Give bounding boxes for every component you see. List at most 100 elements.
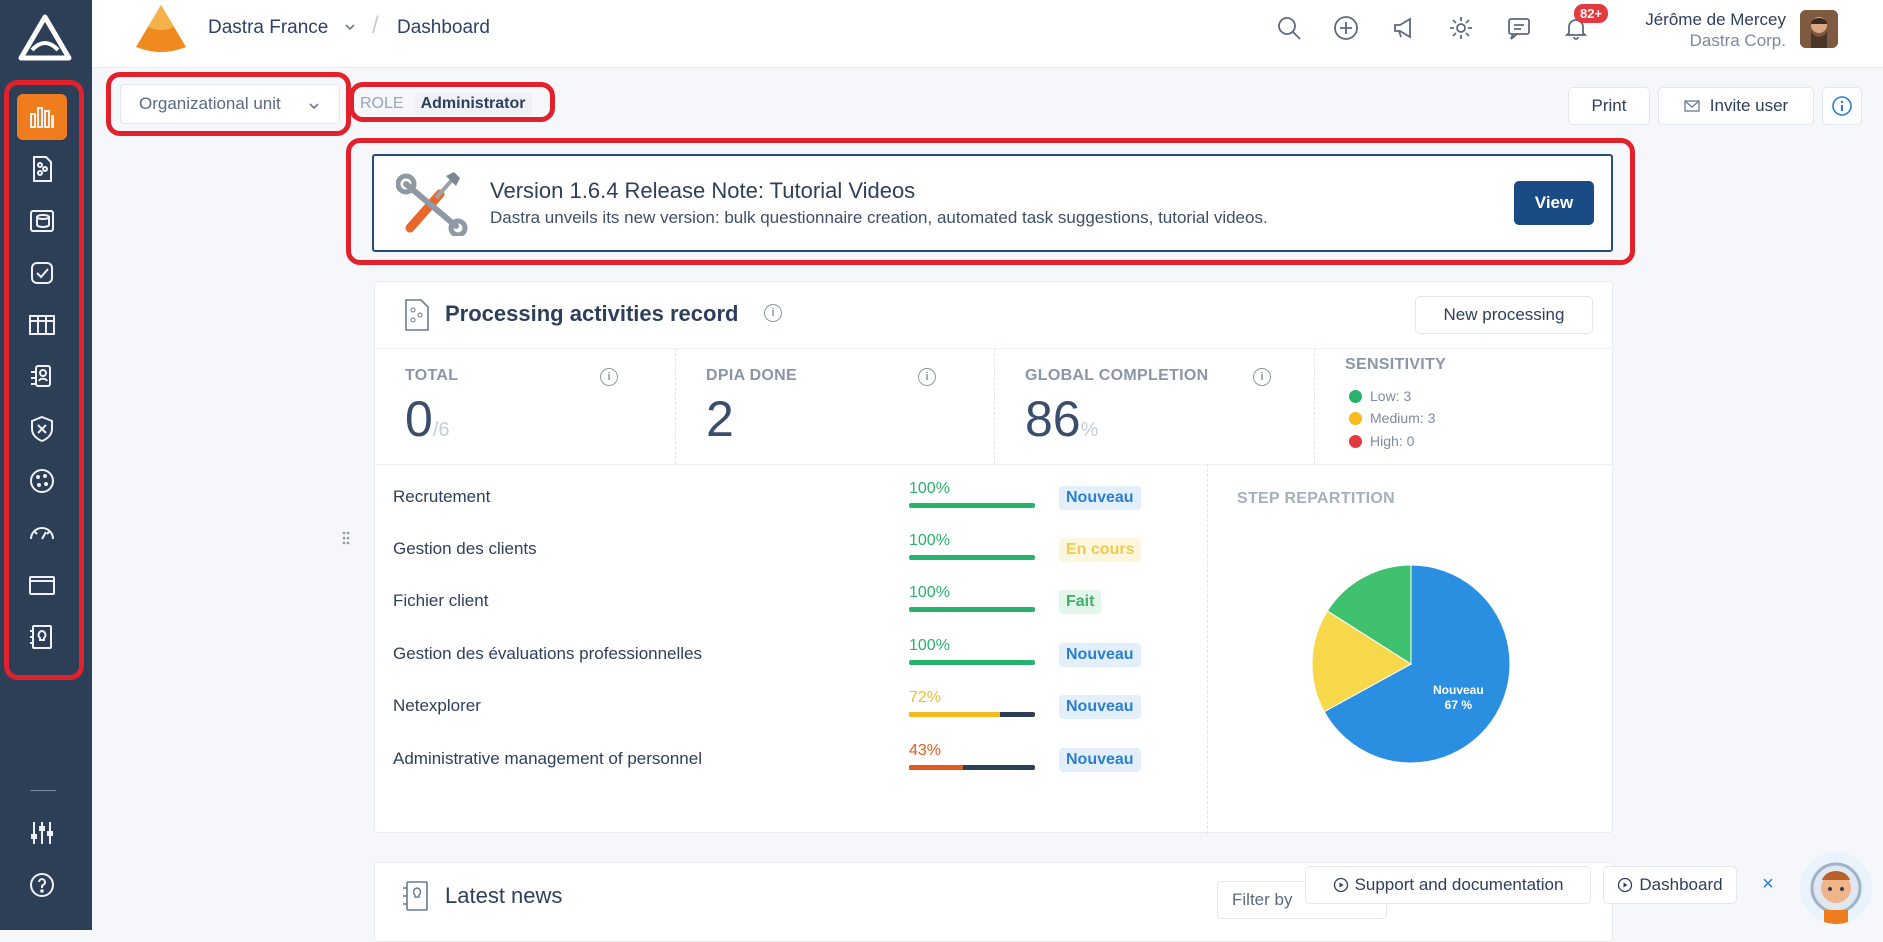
completion-percent: 100%	[909, 637, 950, 654]
dashboard-tutorial-button[interactable]: Dashboard	[1603, 866, 1737, 904]
list-item[interactable]: Gestion des évaluations professionnelles	[393, 644, 702, 664]
settings-button[interactable]	[1447, 14, 1475, 42]
info-icon	[1832, 96, 1852, 116]
info-icon[interactable]: i	[764, 304, 782, 322]
completion-bar-fill	[909, 765, 964, 770]
add-button[interactable]	[1332, 14, 1360, 42]
completion-number: 86	[1025, 391, 1081, 447]
completion-bar	[909, 712, 1035, 717]
sensitivity-medium-label: Medium: 3	[1370, 410, 1436, 426]
envelope-icon	[1684, 100, 1700, 112]
avatar[interactable]	[1800, 10, 1838, 48]
completion-percent: 100%	[909, 584, 950, 601]
role-indicator: ROLE Administrator	[360, 93, 533, 115]
organizational-unit-select[interactable]: Organizational unit	[120, 84, 340, 124]
stat-total-value: 0/6	[405, 390, 450, 448]
nav-cookies[interactable]	[17, 458, 67, 504]
processing-record-card: Processing activities record i New proce…	[374, 281, 1614, 834]
stat-completion-value: 86%	[1025, 390, 1098, 448]
nav-help[interactable]	[17, 862, 67, 908]
list-item[interactable]: Recrutement	[393, 487, 490, 507]
nav-audits[interactable]	[17, 250, 67, 296]
step-repartition-pie-chart	[1311, 564, 1511, 764]
sensitivity-low: Low: 3	[1349, 388, 1411, 404]
tenant-selector[interactable]: Dastra France	[208, 17, 328, 39]
cookie-icon	[30, 469, 54, 493]
dastra-logo-icon[interactable]	[18, 14, 72, 62]
nav-data-subjects[interactable]	[17, 354, 67, 400]
list-item[interactable]: Administrative management of personnel	[393, 749, 702, 769]
question-circle-icon	[30, 873, 54, 897]
completion-bar-fill	[909, 503, 1035, 508]
nav-breaches[interactable]	[17, 406, 67, 452]
completion-bar-fill	[909, 607, 1035, 612]
processing-card-title: Processing activities record	[445, 301, 739, 326]
sensitivity-medium: Medium: 3	[1349, 410, 1435, 426]
completion-bar-fill	[909, 712, 1000, 717]
pie-label-name: Nouveau	[1433, 683, 1484, 697]
page-title: Dashboard	[397, 17, 490, 38]
database-icon	[30, 210, 54, 232]
invite-user-button[interactable]: Invite user	[1658, 87, 1814, 125]
stat-sensitivity: SENSITIVITY Low: 3 Medium: 3 High: 0	[1315, 348, 1614, 464]
gear-icon	[1450, 17, 1472, 39]
announcements-button[interactable]	[1390, 14, 1418, 42]
nav-data-assets[interactable]	[17, 198, 67, 244]
view-release-button[interactable]: View	[1514, 181, 1594, 225]
list-item[interactable]: Fichier client	[393, 591, 488, 611]
list-item[interactable]: Gestion des clients	[393, 539, 537, 559]
nav-registers[interactable]	[17, 302, 67, 348]
stat-sensitivity-label: SENSITIVITY	[1345, 356, 1447, 373]
completion-bar-fill	[909, 555, 1035, 560]
drag-handle-icon[interactable]	[341, 530, 351, 546]
print-button[interactable]: Print	[1568, 87, 1650, 125]
close-icon[interactable]: ×	[1756, 872, 1780, 896]
nav-knowledge[interactable]	[17, 614, 67, 660]
completion-bar	[909, 555, 1035, 560]
bar-chart-icon	[30, 107, 54, 128]
nav-processing-record[interactable]	[17, 146, 67, 192]
page-info-button[interactable]	[1822, 87, 1862, 125]
tools-icon	[396, 172, 468, 236]
pie-slice-label: Nouveau 67 %	[1433, 683, 1484, 713]
sensitivity-high: High: 0	[1349, 433, 1414, 449]
print-label: Print	[1591, 96, 1627, 115]
chevron-down-icon[interactable]	[343, 20, 357, 34]
latest-news-title: Latest news	[445, 883, 563, 908]
info-icon[interactable]: i	[918, 368, 936, 386]
stat-total: TOTAL i 0/6	[375, 348, 676, 464]
search-button[interactable]	[1275, 14, 1303, 42]
nav-documents[interactable]	[17, 562, 67, 608]
status-badge: Fait	[1059, 590, 1102, 614]
dashboard-tutorial-label: Dashboard	[1639, 875, 1723, 894]
status-badge: Nouveau	[1059, 486, 1141, 510]
nav-risks[interactable]	[17, 510, 67, 556]
nav-dashboard[interactable]	[17, 94, 67, 140]
list-item[interactable]: Netexplorer	[393, 696, 481, 716]
support-documentation-button[interactable]: Support and documentation	[1305, 866, 1591, 904]
document-tree-icon	[405, 299, 429, 331]
assistant-astronaut-avatar[interactable]	[1800, 852, 1872, 924]
role-label: ROLE	[360, 95, 404, 112]
user-name[interactable]: Jérôme de Mercey	[1645, 10, 1786, 30]
stat-completion-label: GLOBAL COMPLETION	[1025, 367, 1209, 384]
banner-title: Version 1.6.4 Release Note: Tutorial Vid…	[490, 178, 916, 203]
sensitivity-low-label: Low: 3	[1370, 388, 1412, 404]
completion-bar-fill	[909, 660, 1035, 665]
stat-dpia-value: 2	[706, 391, 734, 447]
columns-icon	[29, 315, 55, 335]
info-icon[interactable]: i	[1253, 368, 1271, 386]
lightbulb-book-icon	[403, 881, 428, 911]
play-circle-icon	[1618, 877, 1633, 893]
completion-bar	[909, 503, 1035, 508]
nav-settings[interactable]	[17, 810, 67, 856]
info-icon[interactable]: i	[600, 368, 618, 386]
messages-button[interactable]	[1505, 14, 1533, 42]
new-processing-button[interactable]: New processing	[1415, 296, 1593, 334]
new-processing-label: New processing	[1443, 305, 1565, 324]
stat-total-label: TOTAL	[405, 367, 459, 384]
banner-text: Dastra unveils its new version: bulk que…	[490, 208, 1268, 227]
folder-icon	[29, 576, 55, 595]
user-organization: Dastra Corp.	[1689, 31, 1786, 50]
brand-cone-logo-icon[interactable]	[130, 3, 192, 55]
